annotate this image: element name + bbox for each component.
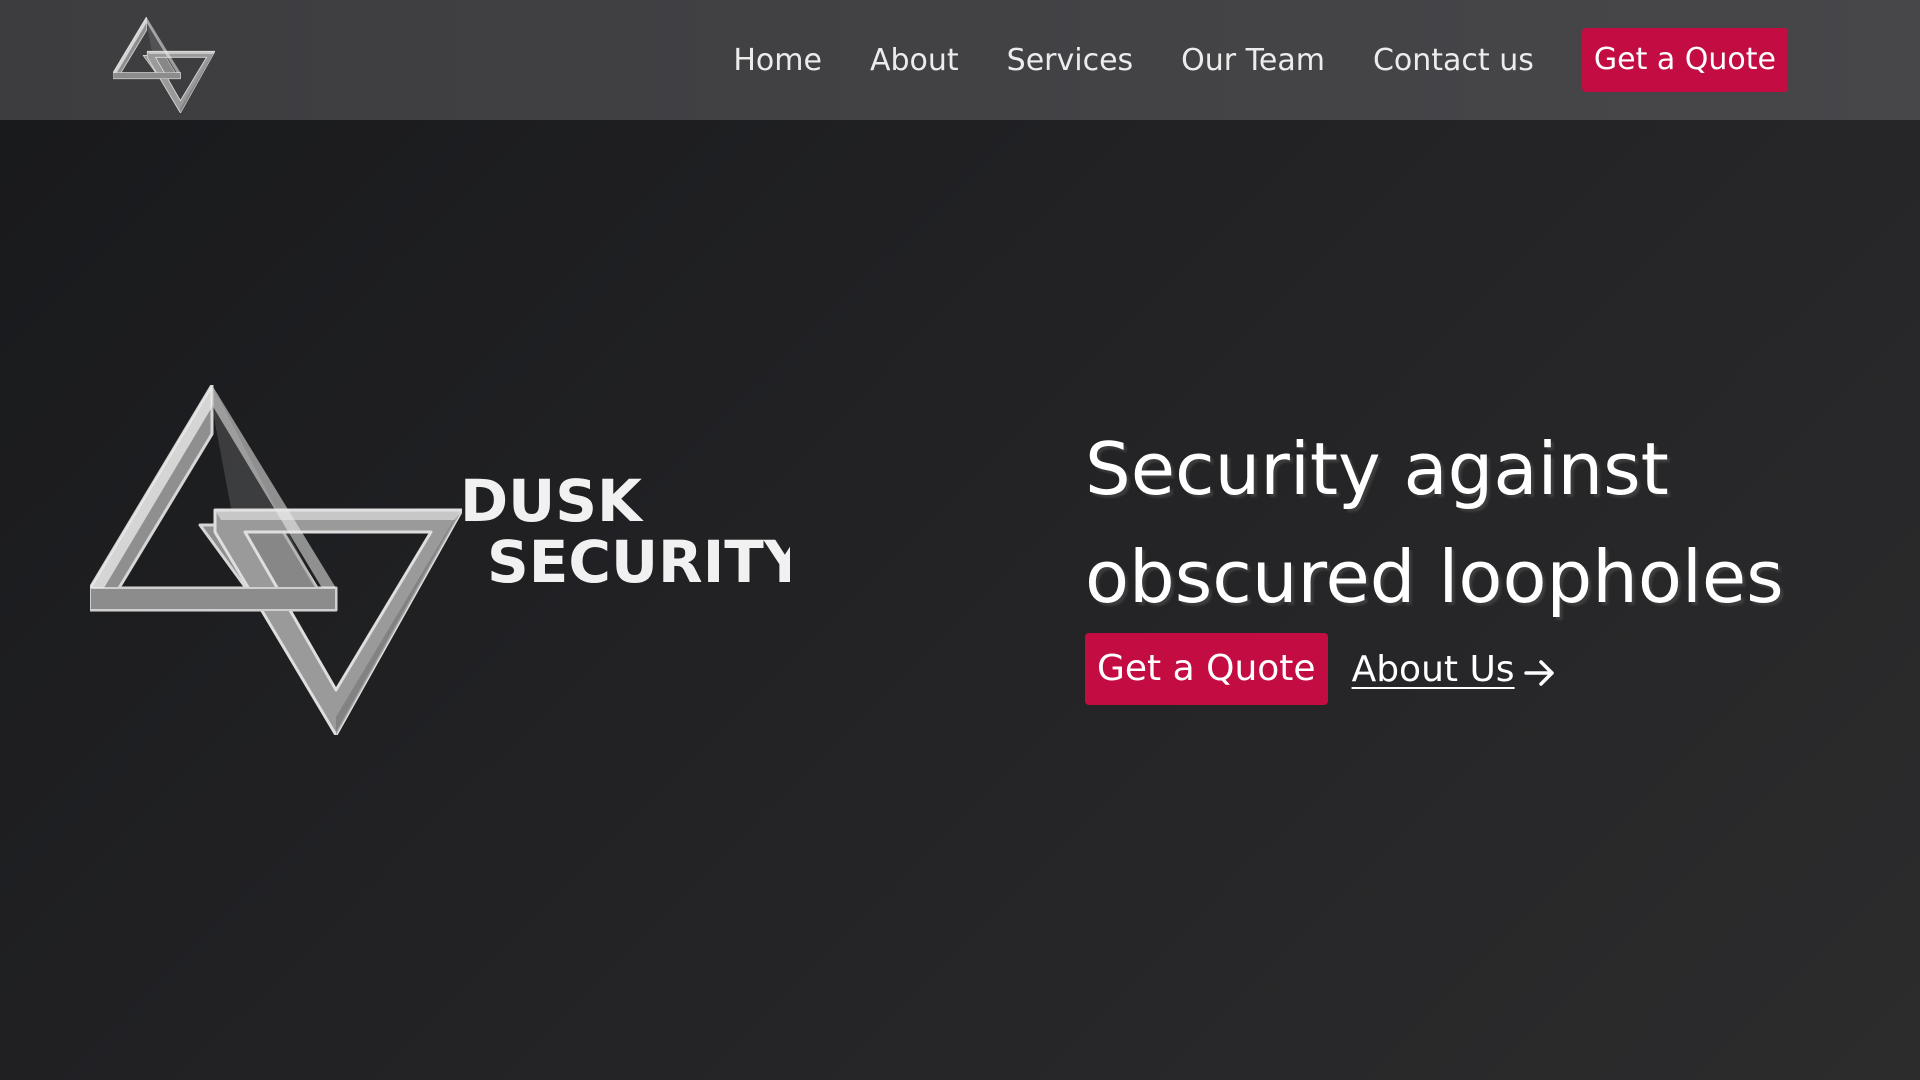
hero-actions: Get a Quote About Us [1085, 633, 1885, 705]
hero-get-quote-button[interactable]: Get a Quote [1085, 633, 1328, 705]
hero-title-line2: obscured loopholes [1085, 535, 1784, 619]
about-us-link[interactable]: About Us [1352, 648, 1557, 690]
nav-item-about[interactable]: About [870, 43, 959, 78]
nav-item-home[interactable]: Home [733, 43, 822, 78]
brand-logo-icon [90, 385, 462, 735]
navbar: Home About Services Our Team Contact us … [0, 0, 1920, 120]
interlocking-triangles-icon[interactable] [113, 17, 215, 113]
about-us-label: About Us [1351, 648, 1515, 690]
brand-name-line2: SECURITY [487, 528, 790, 594]
nav-get-quote-button[interactable]: Get a Quote [1581, 28, 1788, 92]
nav-item-contact-us[interactable]: Contact us [1373, 43, 1534, 78]
nav-links: Home About Services Our Team Contact us … [733, 0, 1788, 120]
nav-item-services[interactable]: Services [1007, 43, 1134, 78]
brand-wordmark: DUSK SECURITY [460, 467, 790, 594]
brand-name-line1: DUSK [460, 467, 644, 535]
hero-title-line1: Security against [1085, 427, 1669, 511]
arrow-right-icon [1523, 660, 1554, 686]
nav-item-our-team[interactable]: Our Team [1181, 43, 1325, 78]
hero-section: Security against obscured loopholes Get … [1085, 415, 1885, 705]
hero-title: Security against obscured loopholes [1085, 415, 1885, 631]
